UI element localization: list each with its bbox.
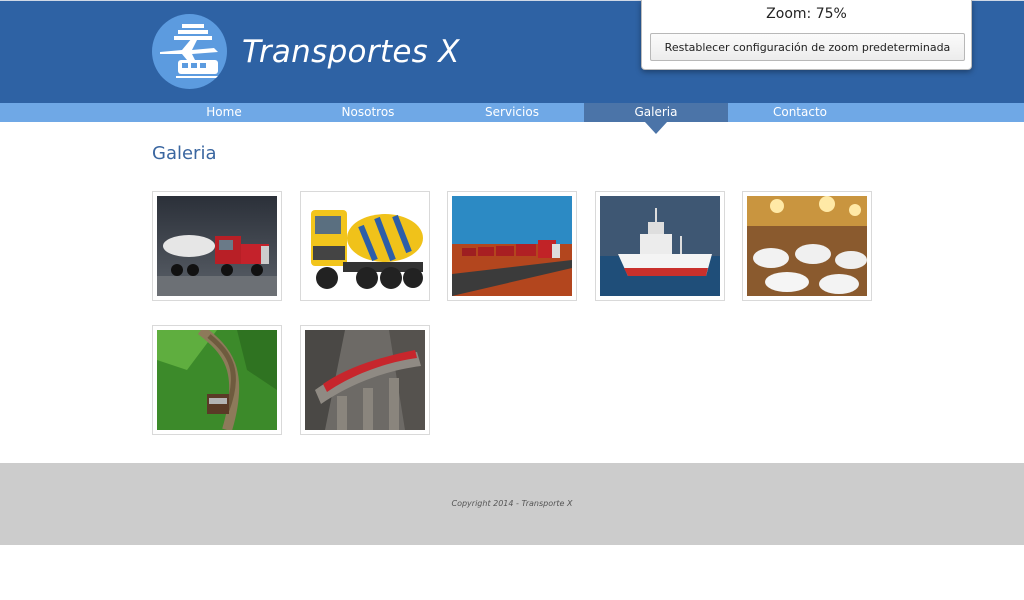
gallery-item-cement-mixer[interactable] [300, 191, 430, 301]
gallery-item-train-forest[interactable] [152, 325, 282, 435]
copyright-text: Copyright 2014 - Transporte X [451, 499, 573, 508]
train-forest-image [157, 330, 277, 430]
cruise-dining-room-image [747, 196, 867, 296]
train-viaduct-image [305, 330, 425, 430]
nav-item-servicios[interactable]: Servicios [440, 103, 584, 122]
zoom-popup: Zoom: 75% Restablecer configuración de z… [641, 0, 972, 70]
gallery-item-road-train[interactable] [447, 191, 577, 301]
site-footer: Copyright 2014 - Transporte X [0, 463, 1024, 545]
gallery-item-train-viaduct[interactable] [300, 325, 430, 435]
reset-zoom-button[interactable]: Restablecer configuración de zoom predet… [650, 33, 965, 61]
gallery-item-cruise-dining-room[interactable] [742, 191, 872, 301]
gallery-item-fishing-ship[interactable] [595, 191, 725, 301]
zoom-level-label: Zoom: 75% [766, 6, 847, 22]
cement-mixer-image [305, 196, 425, 296]
site-title[interactable]: Transportes X [242, 34, 460, 70]
nav-item-home[interactable]: Home [152, 103, 296, 122]
tanker-truck-image [157, 196, 277, 296]
nav-item-nosotros[interactable]: Nosotros [296, 103, 440, 122]
fishing-ship-image [600, 196, 720, 296]
nav-item-galeria[interactable]: Galeria [584, 103, 728, 134]
main-nav: Home Nosotros Servicios Galeria Contacto [0, 103, 1024, 134]
gallery-item-tanker-truck[interactable] [152, 191, 282, 301]
plane-ship-train-logo-icon[interactable] [152, 14, 227, 89]
road-train-image [452, 196, 572, 296]
nav-item-contacto[interactable]: Contacto [728, 103, 872, 122]
page-title: Galeria [152, 143, 217, 164]
